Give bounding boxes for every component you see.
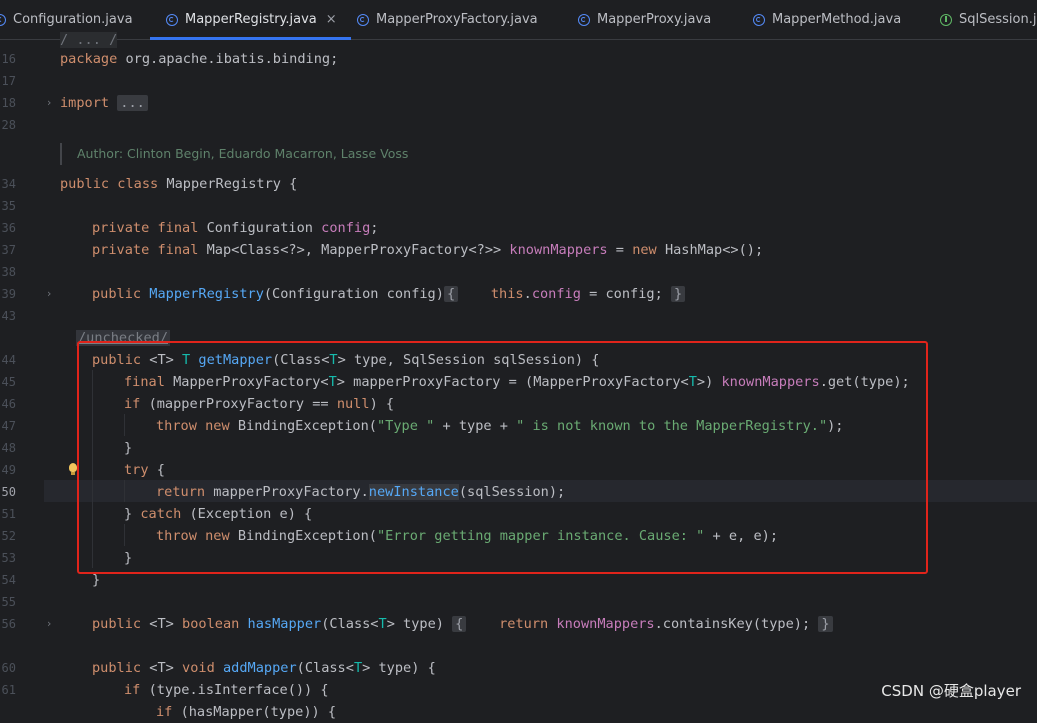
java-class-icon: [357, 13, 369, 26]
line-number: 47: [1, 419, 16, 433]
tab-mapper-proxy[interactable]: MapperProxy.java: [578, 0, 711, 39]
java-class-icon: [0, 13, 6, 26]
line-number: 34: [1, 177, 16, 191]
fold-expand-icon[interactable]: ›: [44, 283, 54, 305]
line-number: 60: [1, 661, 16, 675]
line-number: 49: [1, 463, 16, 477]
tab-mapper-method[interactable]: MapperMethod.java: [753, 0, 901, 39]
line-number-gutter: 16 17 18 28 34 35 36 37 38 39 43 44 45 4…: [0, 40, 44, 711]
line-number: 35: [1, 199, 16, 213]
line-number: 52: [1, 529, 16, 543]
line-number: 46: [1, 397, 16, 411]
highlight-annotation-box: [77, 341, 928, 574]
code-line-add-mapper: public <T> void addMapper(Class<T> type)…: [92, 660, 436, 676]
line-number: 36: [1, 221, 16, 235]
code-line-if-interface: if (type.isInterface()) {: [124, 682, 329, 698]
java-interface-icon: [940, 13, 952, 26]
tab-sql-session[interactable]: SqlSession.ja: [940, 0, 1037, 39]
line-number: 39: [1, 287, 16, 301]
tab-mapper-registry[interactable]: MapperRegistry.java ×: [150, 0, 351, 40]
code-line-config-field: private final Configuration config;: [92, 220, 379, 236]
line-number: 18: [1, 96, 16, 110]
line-number: 61: [1, 683, 16, 697]
java-class-icon: [166, 13, 178, 26]
code-editor[interactable]: 16 17 18 28 34 35 36 37 38 39 43 44 45 4…: [0, 32, 1037, 720]
fold-expand-icon[interactable]: ›: [44, 613, 54, 635]
doc-comment: Author: Clinton Begin, Eduardo Macarron,…: [60, 143, 408, 165]
line-number: 53: [1, 551, 16, 565]
code-line-partial: if (hasMapper(type)) {: [156, 704, 337, 720]
java-class-icon: [753, 13, 765, 26]
fold-expand-icon[interactable]: ›: [44, 92, 54, 114]
code-line-known-mappers: private final Map<Class<?>, MapperProxyF…: [92, 242, 764, 258]
line-number-current: 50: [1, 485, 16, 499]
line-number: 44: [1, 353, 16, 367]
line-number: 16: [1, 52, 16, 66]
editor-tab-bar: Configuration.java MapperRegistry.java ×…: [0, 0, 1037, 40]
code-line-class: public class MapperRegistry {: [60, 176, 298, 192]
line-number: 56: [1, 617, 16, 631]
code-line-constructor: public MapperRegistry(Configuration conf…: [92, 283, 686, 305]
line-number: 51: [1, 507, 16, 521]
line-number: 45: [1, 375, 16, 389]
line-number: 37: [1, 243, 16, 257]
line-number: 54: [1, 573, 16, 587]
line-number: 48: [1, 441, 16, 455]
code-line-import: import ...: [60, 92, 148, 114]
line-number: 28: [1, 118, 16, 132]
watermark: CSDN @硬盒player: [881, 682, 1021, 700]
collapsed-imports[interactable]: ...: [117, 95, 148, 111]
close-icon[interactable]: ×: [326, 12, 337, 27]
line-number: 55: [1, 595, 16, 609]
line-number: 43: [1, 309, 16, 323]
code-line-package: package org.apache.ibatis.binding;: [60, 51, 339, 67]
line-number: 17: [1, 74, 16, 88]
tab-mapper-proxy-factory[interactable]: MapperProxyFactory.java: [357, 0, 538, 39]
java-class-icon: [578, 13, 590, 26]
line-number: 38: [1, 265, 16, 279]
code-line-has-mapper: public <T> boolean hasMapper(Class<T> ty…: [92, 613, 833, 635]
